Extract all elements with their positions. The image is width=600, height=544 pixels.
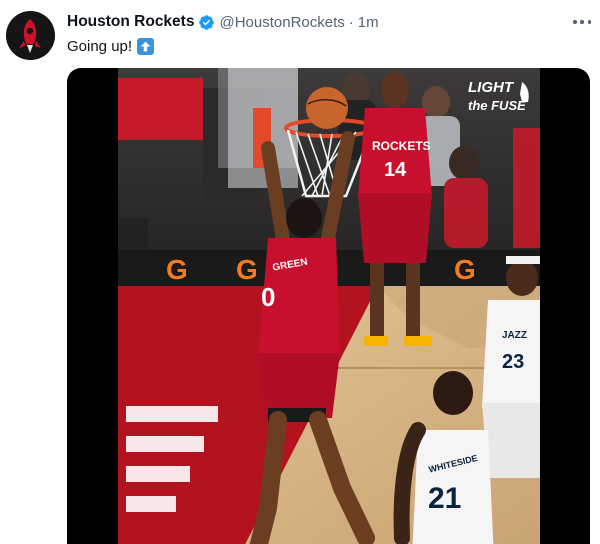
svg-text:the FUSE: the FUSE <box>468 98 526 113</box>
defender-team: JAZZ <box>502 330 527 341</box>
basketball-dunk-scene: G G G GREEN 0 ROCKETS 14 JAZZ 23 WHITESI… <box>118 68 540 544</box>
courtside-sponsor-logo: G <box>166 254 188 285</box>
tweet-text-content: Going up! <box>67 37 133 55</box>
tweet-header: Houston Rockets @HoustonRockets · 1m <box>67 11 379 33</box>
dunking-player-number: 0 <box>261 282 275 312</box>
verified-badge-icon <box>199 14 215 30</box>
tweet-text: Going up! <box>67 35 155 57</box>
rockets-logo-icon <box>6 11 55 60</box>
bench-player-number: 14 <box>384 159 407 181</box>
svg-text:G: G <box>454 254 476 285</box>
separator-dot: · <box>348 13 354 31</box>
bench-player-team: ROCKETS <box>372 139 431 153</box>
author-name[interactable]: Houston Rockets <box>67 13 194 31</box>
defender-number-1: 23 <box>502 351 524 373</box>
tweet-card[interactable]: Houston Rockets @HoustonRockets · 1m Goi… <box>0 0 600 544</box>
tweet-timestamp[interactable]: 1m <box>358 14 379 31</box>
more-options-icon[interactable] <box>570 12 594 32</box>
defender-number-2: 21 <box>428 482 461 515</box>
author-handle[interactable]: @HoustonRockets <box>219 14 344 31</box>
svg-text:LIGHT: LIGHT <box>468 79 515 96</box>
video-frame[interactable]: G G G GREEN 0 ROCKETS 14 JAZZ 23 WHITESI… <box>118 68 540 544</box>
svg-text:G: G <box>236 254 258 285</box>
tweet-media-video[interactable]: G G G GREEN 0 ROCKETS 14 JAZZ 23 WHITESI… <box>67 68 590 544</box>
avatar[interactable] <box>6 11 55 60</box>
up-arrow-emoji-icon <box>137 37 155 55</box>
